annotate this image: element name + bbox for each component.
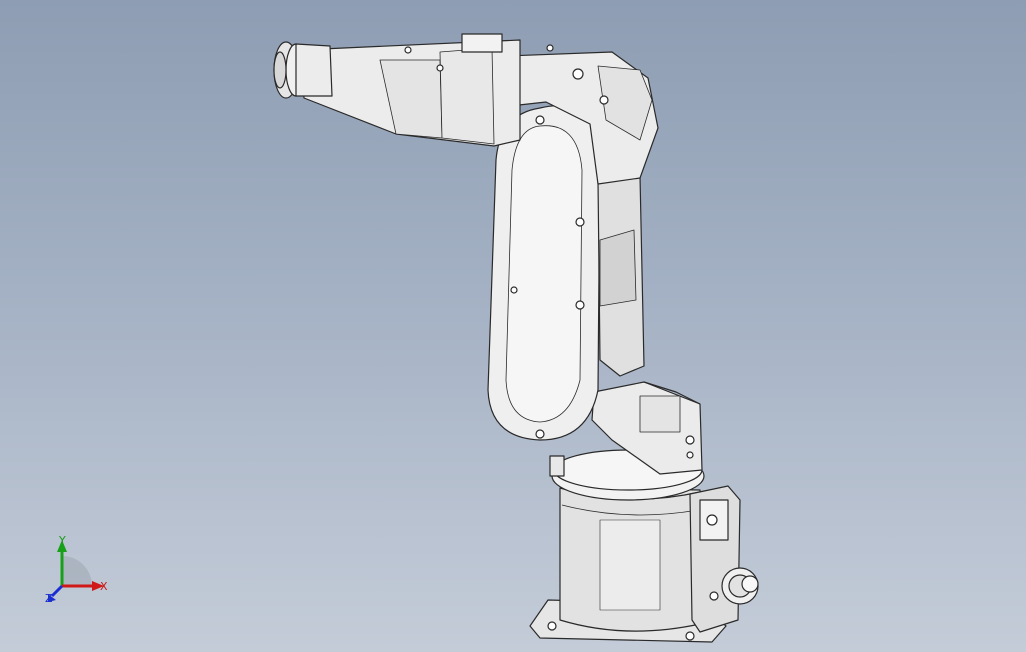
cad-viewport[interactable] [0, 0, 1026, 652]
z-axis-label: Z [45, 592, 53, 605]
robot-forearm [299, 33, 521, 147]
robot-wrist-flange [273, 41, 333, 99]
x-axis-label: X [100, 580, 108, 593]
robot-arm-rear-casing [597, 175, 645, 377]
robot-base-housing [559, 487, 701, 632]
z-axis-arrow [50, 584, 64, 598]
base-connector-panel [689, 485, 759, 633]
robot-lower-arm [487, 105, 601, 441]
y-axis-label: Y [59, 534, 66, 547]
